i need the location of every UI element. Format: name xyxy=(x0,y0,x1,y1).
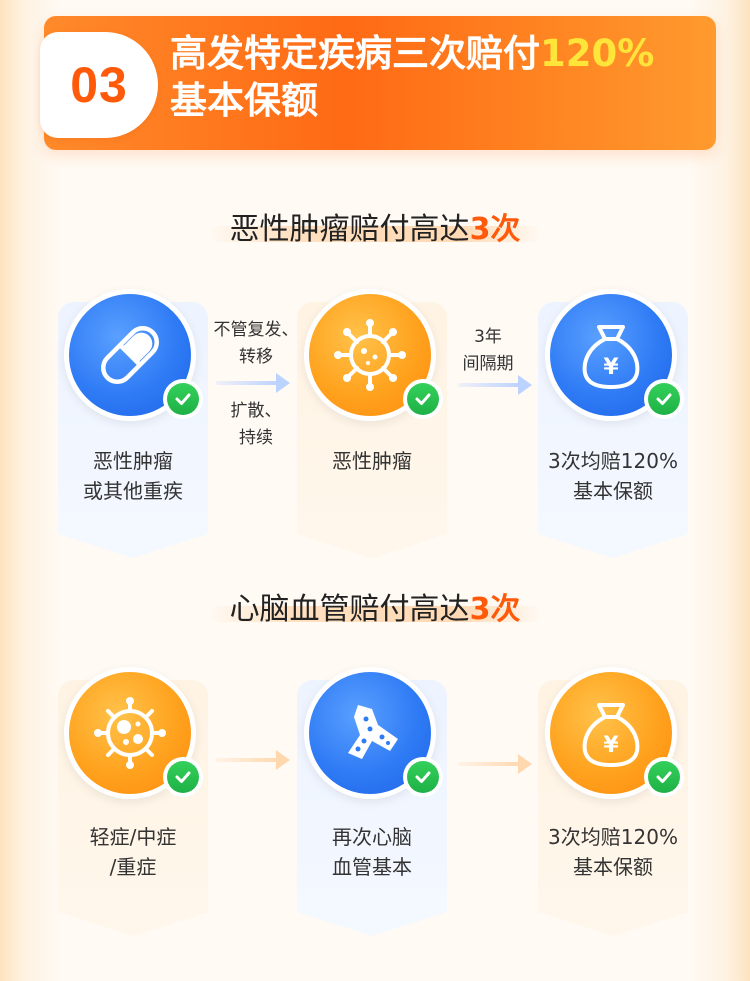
section1-title-num: 3次 xyxy=(469,212,521,247)
money-bag-icon: ¥ xyxy=(582,325,640,389)
card-label: 恶性肿瘤 或其他重疾 xyxy=(83,449,183,503)
card-label: 3次均赔120% 基本保额 xyxy=(548,825,678,879)
title-line2: 基本保额 xyxy=(170,79,318,122)
card-label: 3次均赔120% 基本保额 xyxy=(548,449,678,503)
card-label: 恶性肿瘤 xyxy=(332,449,412,473)
arrow-right-icon xyxy=(216,750,290,770)
check-icon xyxy=(644,757,684,797)
check-icon xyxy=(163,757,203,797)
title-highlight: 120% xyxy=(540,32,655,75)
arrow-right-icon xyxy=(458,754,532,774)
section2-title-num: 3次 xyxy=(469,592,521,627)
check-icon xyxy=(403,379,443,419)
card-label: 轻症/中症 /重症 xyxy=(89,825,177,879)
virus-icon xyxy=(334,319,406,391)
money-bag-icon: ¥ xyxy=(582,703,640,767)
check-icon xyxy=(644,379,684,419)
svg-text:¥: ¥ xyxy=(603,355,619,380)
header-title: 高发特定疾病三次赔付120% 基本保额 xyxy=(170,30,710,124)
check-icon xyxy=(403,757,443,797)
card-label: 再次心脑 血管基本 xyxy=(332,825,412,879)
section2-title: 心脑血管赔付高达3次 xyxy=(0,584,750,628)
blood-vessel-icon xyxy=(348,705,398,759)
arrow-right-icon xyxy=(216,373,290,393)
capsule-icon xyxy=(101,326,159,384)
arrow2-top-text: 3年 间隔期 xyxy=(462,327,514,374)
svg-text:¥: ¥ xyxy=(603,733,619,758)
bacteria-icon xyxy=(94,697,166,769)
arrow-right-icon xyxy=(458,375,532,395)
arrow1-top-text: 不管复发、 转移 xyxy=(213,320,299,367)
check-icon xyxy=(163,379,203,419)
arrow1-bottom-text: 扩散、 持续 xyxy=(230,401,282,448)
section-number-badge: 03 xyxy=(40,32,158,138)
section1-title-text: 恶性肿瘤赔付高达 xyxy=(229,212,470,247)
title-main: 高发特定疾病三次赔付 xyxy=(170,32,540,75)
section1-title: 恶性肿瘤赔付高达3次 xyxy=(0,204,750,248)
section2-title-text: 心脑血管赔付高达 xyxy=(229,592,470,627)
section-number: 03 xyxy=(70,57,128,113)
